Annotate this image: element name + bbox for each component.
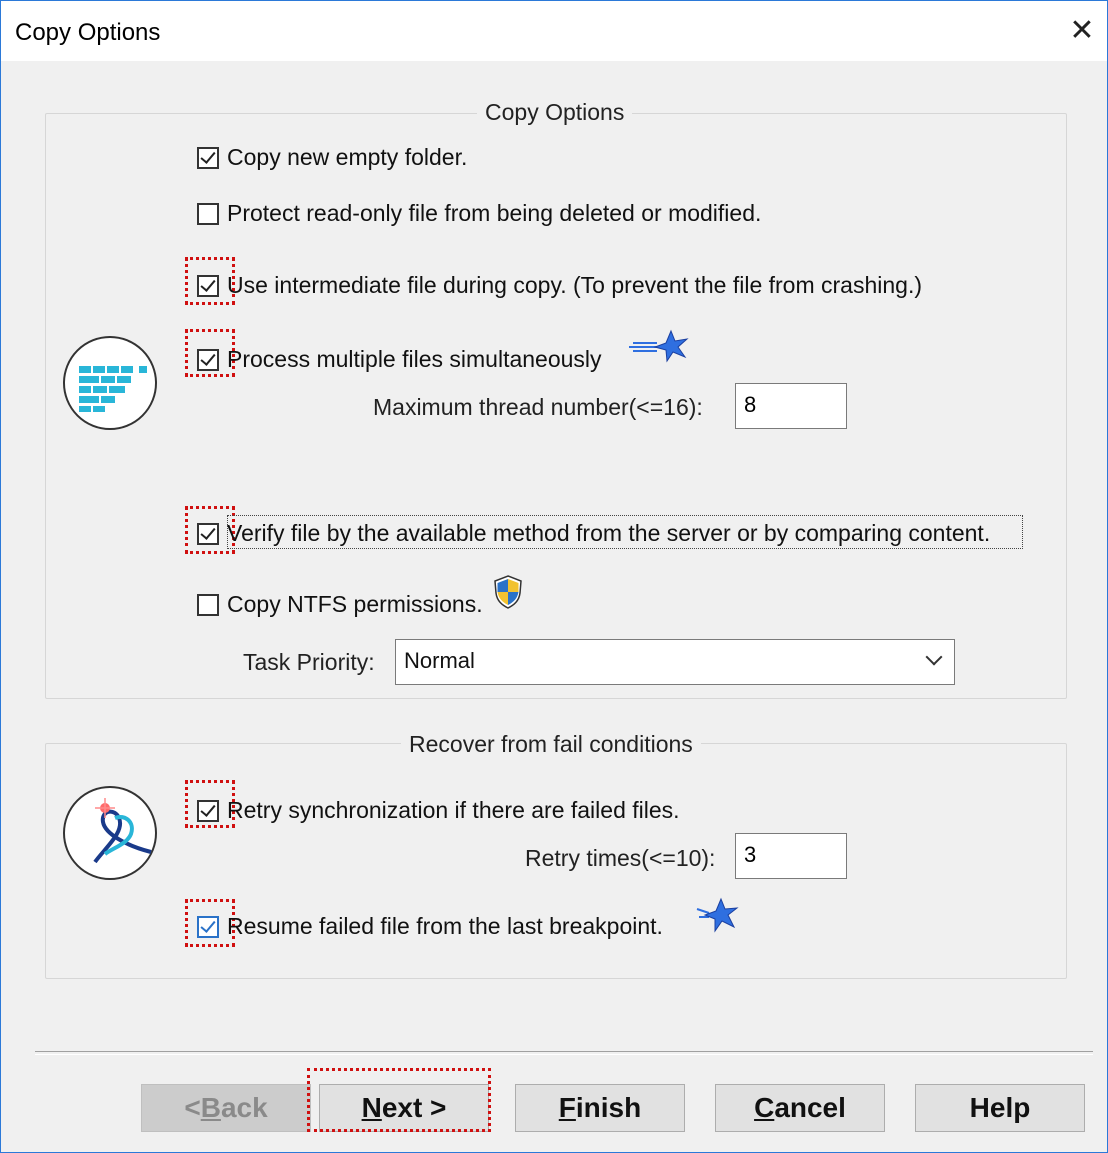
cancel-rest: ancel	[774, 1092, 846, 1123]
back-rest: ack	[220, 1092, 268, 1123]
intermediate-file-checkbox[interactable]	[197, 274, 219, 297]
help-button[interactable]: Help	[915, 1084, 1085, 1132]
copy-empty-folder-option[interactable]: Copy new empty folder.	[197, 144, 467, 171]
back-prefix: <	[184, 1092, 201, 1123]
finish-rest: inish	[575, 1092, 642, 1123]
copy-options-dialog: Copy Options ✕ Copy Options Copy new emp…	[0, 0, 1108, 1153]
multi-files-label: Process multiple files simultaneously	[227, 346, 602, 372]
multi-thread-icon	[63, 336, 157, 430]
intermediate-file-label: Use intermediate file during copy. (To p…	[227, 272, 922, 298]
task-priority-select[interactable]: Normal	[395, 639, 955, 685]
retry-sync-checkbox[interactable]	[197, 799, 219, 822]
ntfs-permissions-checkbox[interactable]	[197, 593, 219, 616]
copy-options-legend: Copy Options	[477, 99, 633, 126]
retry-times-label: Retry times(<=10):	[525, 845, 716, 871]
uac-shield-icon	[494, 575, 522, 609]
copy-empty-folder-checkbox[interactable]	[197, 146, 219, 169]
ntfs-permissions-label: Copy NTFS permissions.	[227, 591, 483, 617]
retry-ribbon-icon	[63, 786, 157, 880]
protect-readonly-option[interactable]: Protect read-only file from being delete…	[197, 200, 761, 227]
star-icon	[696, 897, 739, 933]
button-divider	[35, 1051, 1093, 1055]
verify-file-checkbox[interactable]	[197, 522, 219, 545]
verify-file-label: Verify file by the available method from…	[227, 520, 991, 546]
close-icon[interactable]: ✕	[1061, 9, 1103, 53]
max-thread-label: Maximum thread number(<=16):	[373, 394, 703, 420]
task-priority-label: Task Priority:	[243, 649, 375, 675]
resume-breakpoint-option[interactable]: Resume failed file from the last breakpo…	[197, 913, 663, 940]
retry-sync-option[interactable]: Retry synchronization if there are faile…	[197, 797, 680, 824]
retry-times-input[interactable]: 3	[735, 833, 847, 879]
chevron-down-icon	[925, 648, 943, 666]
protect-readonly-checkbox[interactable]	[197, 202, 219, 225]
task-priority-value: Normal	[404, 648, 475, 673]
recover-legend: Recover from fail conditions	[401, 731, 701, 758]
intermediate-file-option[interactable]: Use intermediate file during copy. (To p…	[197, 272, 922, 299]
cancel-accel: C	[754, 1092, 775, 1123]
help-label: Help	[969, 1092, 1031, 1123]
protect-readonly-label: Protect read-only file from being delete…	[227, 200, 762, 226]
back-button[interactable]: <Back	[141, 1084, 311, 1132]
resume-breakpoint-checkbox[interactable]	[197, 915, 219, 938]
retry-sync-label: Retry synchronization if there are faile…	[227, 797, 680, 823]
copy-empty-folder-label: Copy new empty folder.	[227, 144, 468, 170]
star-icon	[629, 329, 689, 363]
verify-file-option[interactable]: Verify file by the available method from…	[197, 520, 990, 547]
finish-accel: F	[558, 1092, 576, 1123]
multi-files-checkbox[interactable]	[197, 348, 219, 371]
ntfs-permissions-option[interactable]: Copy NTFS permissions.	[197, 591, 483, 618]
highlight-mark	[307, 1068, 491, 1132]
finish-button[interactable]: Finish	[515, 1084, 685, 1132]
multi-files-option[interactable]: Process multiple files simultaneously	[197, 346, 602, 373]
cancel-button[interactable]: Cancel	[715, 1084, 885, 1132]
window-title: Copy Options	[15, 19, 161, 46]
back-accel: B	[200, 1092, 221, 1123]
title-bar: Copy Options ✕	[1, 1, 1107, 61]
resume-breakpoint-label: Resume failed file from the last breakpo…	[227, 913, 663, 939]
max-thread-input[interactable]: 8	[735, 383, 847, 429]
